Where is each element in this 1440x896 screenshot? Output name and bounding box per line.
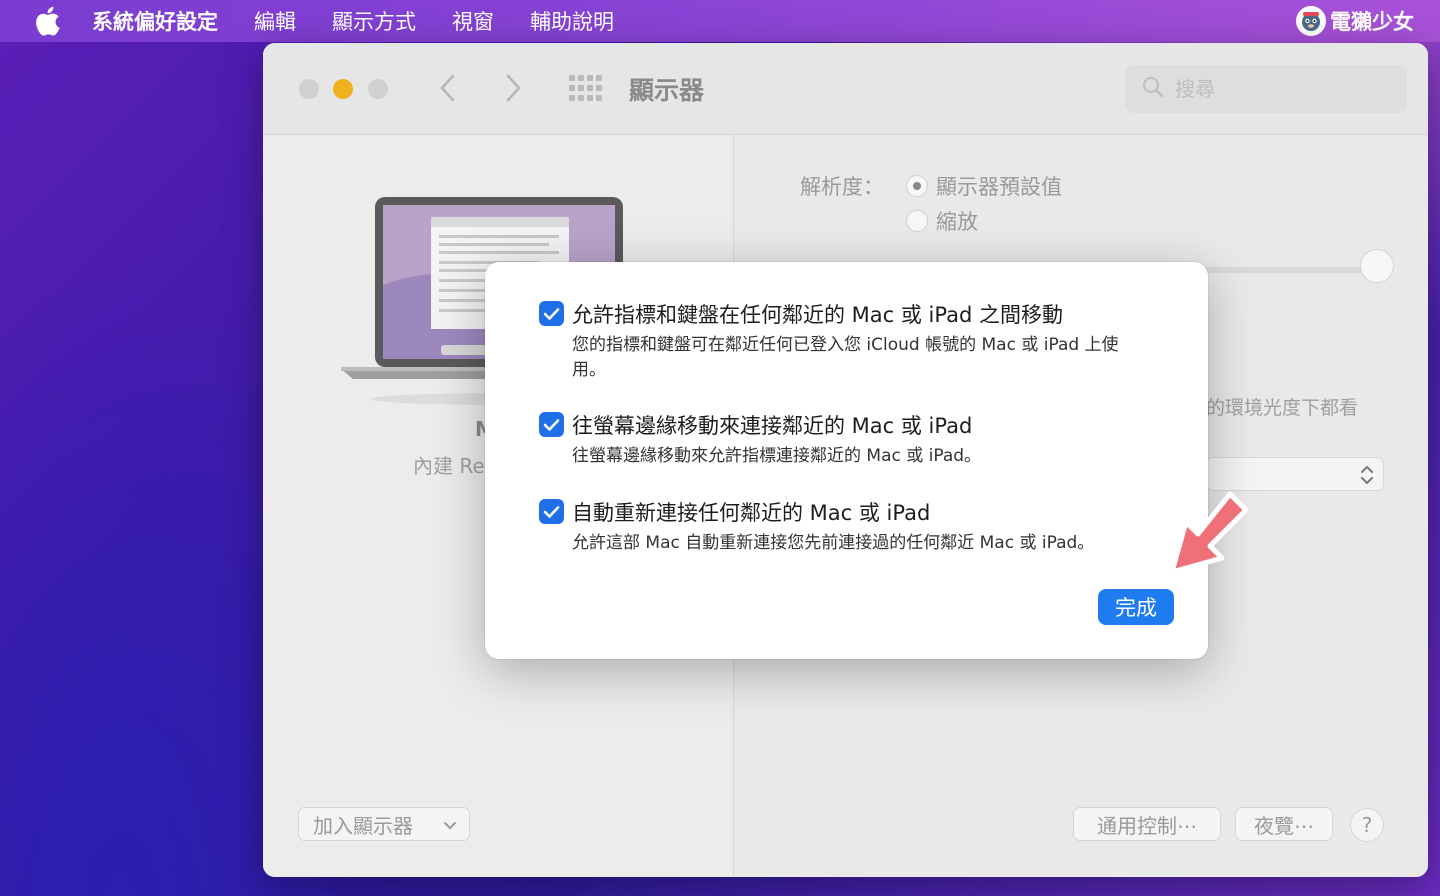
annotation-arrow-icon (1160, 484, 1256, 588)
menu-edit[interactable]: 編輯 (254, 6, 296, 36)
zoom-window-button[interactable] (368, 79, 388, 99)
search-input[interactable] (1175, 77, 1395, 101)
checkbox-auto-reconnect[interactable] (539, 499, 564, 524)
help-button[interactable]: ? (1350, 808, 1384, 842)
menu-view[interactable]: 顯示方式 (332, 6, 416, 36)
resolution-label: 解析度： (800, 175, 884, 199)
radio-scaled[interactable] (906, 210, 928, 232)
chevron-down-icon (443, 812, 457, 836)
radio-default-label: 顯示器預設值 (936, 175, 1062, 199)
otter-mascot-icon (1296, 6, 1326, 36)
menu-window[interactable]: 視窗 (452, 6, 494, 36)
brand-name: 電獺少女 (1330, 10, 1414, 34)
back-chevron-icon[interactable] (438, 73, 458, 107)
window-titlebar: 顯示器 (263, 43, 1428, 135)
updown-chevron-icon (1359, 464, 1375, 490)
search-icon (1141, 75, 1165, 103)
add-display-button[interactable]: 加入顯示器 (298, 807, 470, 841)
add-display-label: 加入顯示器 (313, 813, 413, 838)
resolution-scaled-option[interactable]: 縮放 (906, 206, 978, 236)
universal-control-button[interactable]: 通用控制⋯ (1073, 807, 1221, 841)
display-subtitle: 內建 Re (413, 454, 485, 478)
option-description: 您的指標和鍵盤可在鄰近任何已登入您 iCloud 帳號的 Mac 或 iPad … (572, 335, 1119, 380)
option-title: 允許指標和鍵盤在任何鄰近的 Mac 或 iPad 之間移動 (572, 303, 1063, 327)
forward-chevron-icon[interactable] (503, 73, 523, 107)
radio-scaled-label: 縮放 (936, 210, 978, 234)
option-description: 往螢幕邊緣移動來允許指標連接鄰近的 Mac 或 iPad。 (572, 446, 982, 466)
checkbox-push-through-edge[interactable] (539, 412, 564, 437)
option-title: 自動重新連接任何鄰近的 Mac 或 iPad (572, 501, 931, 525)
night-shift-button[interactable]: 夜覽⋯ (1235, 807, 1333, 841)
done-button[interactable]: 完成 (1098, 589, 1174, 625)
checkbox-allow-pointer-keyboard[interactable] (539, 301, 564, 326)
window-title: 顯示器 (629, 76, 705, 105)
brightness-slider-knob[interactable] (1360, 249, 1394, 283)
show-all-grid-icon[interactable] (569, 75, 603, 105)
resolution-default-option[interactable]: 顯示器預設值 (906, 171, 1062, 201)
menu-help[interactable]: 輔助說明 (530, 6, 614, 36)
ambient-light-text: 的環境光度下都看 (1206, 397, 1359, 419)
menu-app-name[interactable]: 系統偏好設定 (92, 6, 218, 36)
search-field[interactable] (1125, 65, 1407, 113)
minimize-window-button[interactable] (333, 79, 353, 99)
universal-control-dialog: 允許指標和鍵盤在任何鄰近的 Mac 或 iPad 之間移動 您的指標和鍵盤可在鄰… (485, 262, 1208, 659)
close-window-button[interactable] (299, 79, 319, 99)
brand-logo: 電獺少女 (1296, 4, 1414, 38)
apple-menu-icon[interactable] (34, 6, 64, 36)
radio-default[interactable] (906, 175, 928, 197)
menu-bar: 系統偏好設定 編輯 顯示方式 視窗 輔助說明 電獺少女 (0, 0, 1440, 42)
option-description: 允許這部 Mac 自動重新連接您先前連接過的任何鄰近 Mac 或 iPad。 (572, 533, 1095, 553)
option-title: 往螢幕邊緣移動來連接鄰近的 Mac 或 iPad (572, 414, 973, 438)
